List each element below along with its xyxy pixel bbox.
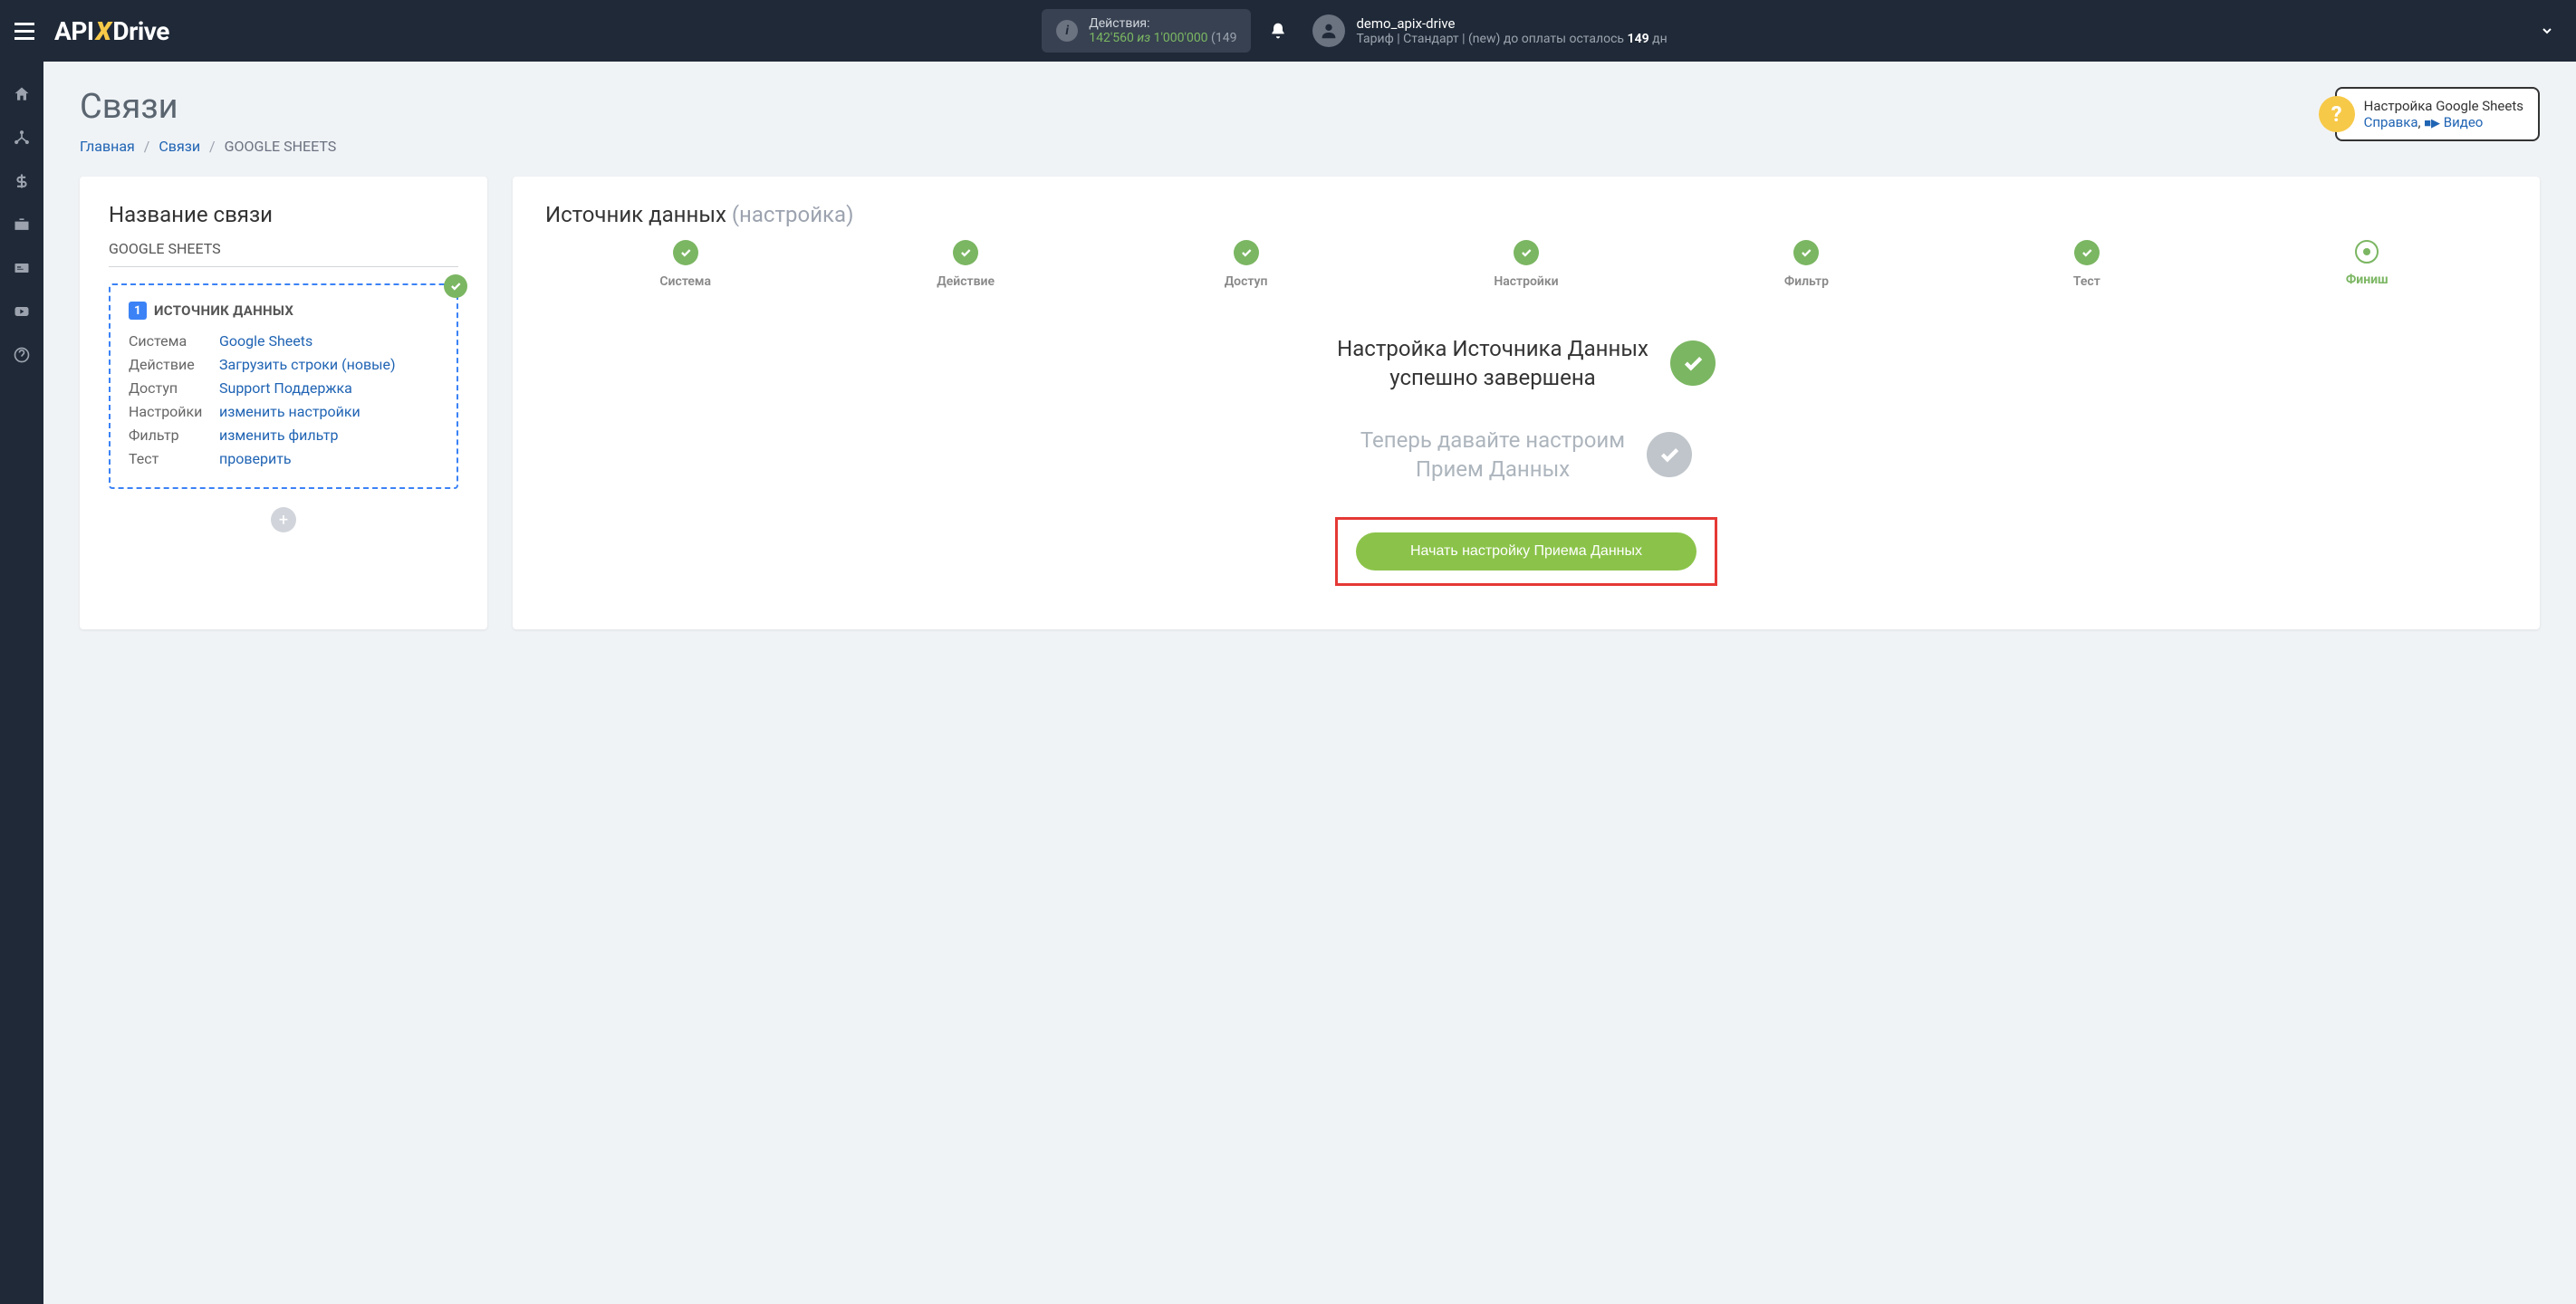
actions-counter[interactable]: i Действия: 142'560 из 1'000'000 (149 — [1042, 9, 1251, 53]
logo-text-drive: Drive — [112, 16, 168, 46]
sidebar-home[interactable] — [0, 72, 43, 116]
help-box: ? Настройка Google Sheets Справка, ■▶ Ви… — [2335, 87, 2540, 141]
sidebar-help[interactable] — [0, 333, 43, 377]
check-icon — [1647, 432, 1692, 477]
step-label: Доступ — [1106, 274, 1386, 289]
row-filter-label: Фильтр — [129, 427, 219, 444]
sidebar — [0, 62, 43, 1304]
row-access-label: Доступ — [129, 379, 219, 397]
chevron-down-icon[interactable] — [2540, 24, 2554, 38]
bell-icon[interactable] — [1269, 22, 1287, 40]
panel-source-setup: Источник данных (настройка) СистемаДейст… — [513, 177, 2540, 629]
page-title: Связи — [80, 87, 336, 127]
right-panel-heading: Источник данных (настройка) — [545, 202, 2507, 227]
help-link-video[interactable]: Видео — [2444, 114, 2484, 130]
help-icon[interactable]: ? — [2319, 96, 2355, 132]
logo-text-api: API — [54, 16, 94, 46]
video-icon: ■▶ — [2424, 117, 2440, 130]
step-circle — [1793, 240, 1819, 265]
row-settings-label: Настройки — [129, 403, 219, 420]
breadcrumb-current: GOOGLE SHEETS — [225, 138, 337, 155]
step-circle — [1234, 240, 1259, 265]
row-action-label: Действие — [129, 356, 219, 373]
help-link-docs[interactable]: Справка — [2364, 114, 2418, 130]
main-content: Связи Главная / Связи / GOOGLE SHEETS ? … — [43, 62, 2576, 1304]
user-menu[interactable]: demo_apix-drive Тариф | Стандарт | (new)… — [1312, 14, 1667, 47]
source-box: 1 ИСТОЧНИК ДАННЫХ Система Google Sheets … — [109, 283, 458, 489]
step-система[interactable]: Система — [545, 240, 825, 289]
step-circle — [1514, 240, 1539, 265]
step-label: Финиш — [2227, 273, 2507, 287]
username: demo_apix-drive — [1356, 15, 1667, 32]
row-filter-value[interactable]: изменить фильтр — [219, 427, 438, 444]
step-фильтр[interactable]: Фильтр — [1667, 240, 1946, 289]
step-number-badge: 1 — [129, 302, 147, 320]
panel-connection-name: Название связи GOOGLE SHEETS 1 ИСТОЧНИК … — [80, 177, 487, 629]
cta-highlight: Начать настройку Приема Данных — [1335, 517, 1717, 586]
row-system-label: Система — [129, 332, 219, 350]
row-action-value[interactable]: Загрузить строки (новые) — [219, 356, 438, 373]
sidebar-video[interactable] — [0, 290, 43, 333]
step-label: Тест — [1946, 274, 2226, 289]
sidebar-card[interactable] — [0, 246, 43, 290]
sidebar-briefcase[interactable] — [0, 203, 43, 246]
step-circle — [953, 240, 978, 265]
source-title: 1 ИСТОЧНИК ДАННЫХ — [129, 302, 438, 320]
step-финиш[interactable]: Финиш — [2227, 240, 2507, 289]
start-destination-button[interactable]: Начать настройку Приема Данных — [1356, 532, 1697, 570]
sidebar-billing[interactable] — [0, 159, 43, 203]
status-next: Теперь давайте настроим Прием Данных — [545, 426, 2507, 484]
left-panel-heading: Название связи — [109, 202, 458, 227]
row-system-value[interactable]: Google Sheets — [219, 332, 438, 350]
step-circle — [673, 240, 698, 265]
step-label: Система — [545, 274, 825, 289]
check-icon — [1670, 340, 1716, 386]
app-header: API X Drive i Действия: 142'560 из 1'000… — [0, 0, 2576, 62]
row-settings-value[interactable]: изменить настройки — [219, 403, 438, 420]
avatar-icon — [1312, 14, 1345, 47]
step-circle — [2074, 240, 2100, 265]
connection-name[interactable]: GOOGLE SHEETS — [109, 240, 458, 267]
breadcrumb-home[interactable]: Главная — [80, 138, 135, 155]
step-label: Действие — [825, 274, 1105, 289]
sidebar-connections[interactable] — [0, 116, 43, 159]
step-label: Фильтр — [1667, 274, 1946, 289]
row-access-value[interactable]: Support Поддержка — [219, 379, 438, 397]
info-icon: i — [1056, 20, 1078, 42]
step-тест[interactable]: Тест — [1946, 240, 2226, 289]
check-icon — [444, 274, 467, 298]
step-действие[interactable]: Действие — [825, 240, 1105, 289]
step-настройки[interactable]: Настройки — [1386, 240, 1666, 289]
breadcrumb-links[interactable]: Связи — [159, 138, 200, 155]
logo[interactable]: API X Drive — [54, 16, 169, 46]
menu-button[interactable] — [14, 16, 43, 45]
stepper: СистемаДействиеДоступНастройкиФильтрТест… — [545, 240, 2507, 289]
row-test-label: Тест — [129, 450, 219, 467]
step-circle — [2355, 240, 2379, 264]
status-success: Настройка Источника Данных успешно завер… — [545, 334, 2507, 393]
step-доступ[interactable]: Доступ — [1106, 240, 1386, 289]
actions-numbers: 142'560 из 1'000'000 (149 — [1089, 31, 1236, 45]
add-button[interactable]: + — [271, 507, 296, 532]
tariff-info: Тариф | Стандарт | (new) до оплаты остал… — [1356, 32, 1667, 46]
step-label: Настройки — [1386, 274, 1666, 289]
logo-text-x: X — [96, 16, 111, 46]
actions-label: Действия: — [1089, 16, 1236, 31]
row-test-value[interactable]: проверить — [219, 450, 438, 467]
help-title: Настройка Google Sheets — [2364, 98, 2523, 114]
breadcrumb: Главная / Связи / GOOGLE SHEETS — [80, 138, 336, 155]
